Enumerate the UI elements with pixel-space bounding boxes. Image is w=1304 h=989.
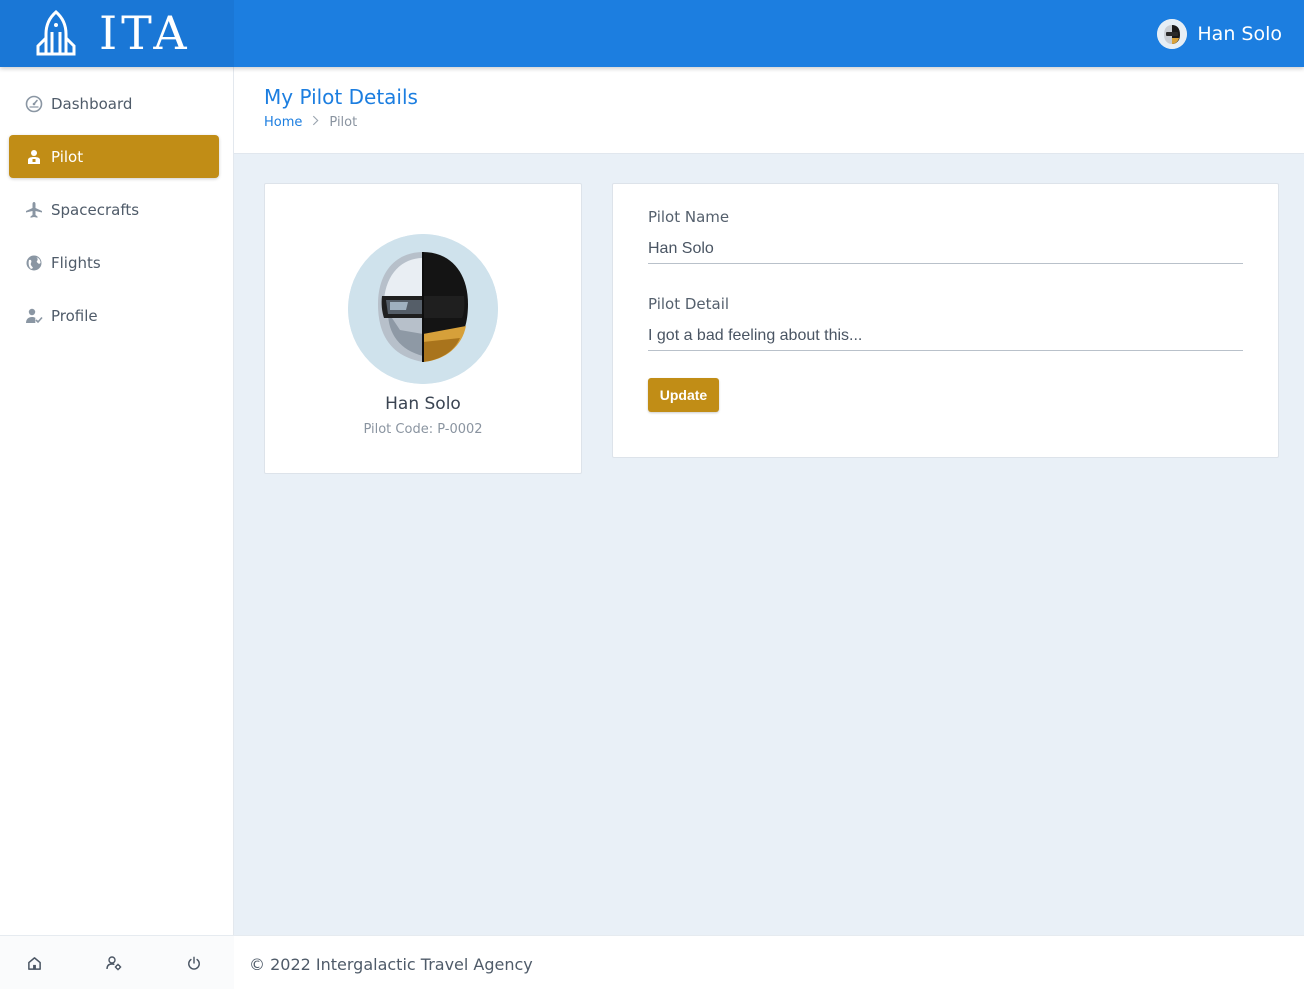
globe-icon — [25, 254, 43, 272]
sidebar-item-spacecrafts[interactable]: Spacecrafts — [9, 188, 219, 231]
copyright-text: © 2022 Intergalactic Travel Agency — [249, 955, 533, 974]
pilot-details-form: Pilot Name Pilot Detail Update — [612, 183, 1279, 458]
page-footer: © 2022 Intergalactic Travel Agency — [234, 935, 1304, 989]
sidebar-item-dashboard[interactable]: Dashboard — [9, 82, 219, 125]
home-icon[interactable] — [25, 954, 43, 972]
update-button[interactable]: Update — [648, 378, 719, 412]
sidebar: Dashboard Pilot Spacecrafts Flights Prof… — [0, 67, 234, 989]
brand[interactable]: ITA — [0, 0, 234, 67]
sidebar-item-label: Dashboard — [51, 94, 133, 113]
sidebar-item-label: Profile — [51, 306, 98, 325]
helmet-avatar-icon — [1157, 19, 1188, 49]
sidebar-item-flights[interactable]: Flights — [9, 241, 219, 284]
sidebar-item-label: Spacecrafts — [51, 200, 140, 219]
airplane-icon — [25, 201, 43, 219]
breadcrumb-current: Pilot — [329, 115, 358, 130]
breadcrumb: Home Pilot — [264, 115, 357, 130]
breadcrumb-home-link[interactable]: Home — [264, 115, 302, 130]
top-bar: ITA Han Solo — [0, 0, 1304, 67]
pilot-code: Pilot Code: P-0002 — [363, 422, 483, 437]
sidebar-item-profile[interactable]: Profile — [9, 294, 219, 337]
user-name: Han Solo — [1197, 23, 1282, 45]
pilot-icon — [25, 148, 43, 166]
page-header: My Pilot Details Home Pilot — [234, 67, 1304, 154]
user-settings-icon[interactable] — [105, 954, 123, 972]
pilot-name-field[interactable] — [648, 234, 1243, 264]
brand-name: ITA — [99, 6, 191, 60]
sidebar-item-label: Flights — [51, 253, 101, 272]
sidebar-footer — [0, 935, 234, 989]
helmet-avatar-icon — [348, 234, 498, 384]
page-title: My Pilot Details — [264, 85, 418, 109]
chevron-right-icon — [312, 115, 319, 130]
sidebar-item-pilot[interactable]: Pilot — [9, 135, 219, 178]
pilot-profile-card: Han Solo Pilot Code: P-0002 — [264, 183, 582, 474]
user-check-icon — [25, 307, 43, 325]
pilot-detail-label: Pilot Detail — [648, 295, 730, 313]
power-icon[interactable] — [185, 954, 203, 972]
user-menu[interactable]: Han Solo — [1157, 17, 1282, 51]
pilot-name-label: Pilot Name — [648, 208, 730, 226]
pilot-detail-field[interactable] — [648, 321, 1243, 351]
speedometer-icon — [25, 95, 43, 113]
sidebar-item-label: Pilot — [51, 147, 84, 166]
rocket-icon — [36, 10, 76, 56]
pilot-name: Han Solo — [385, 394, 461, 414]
